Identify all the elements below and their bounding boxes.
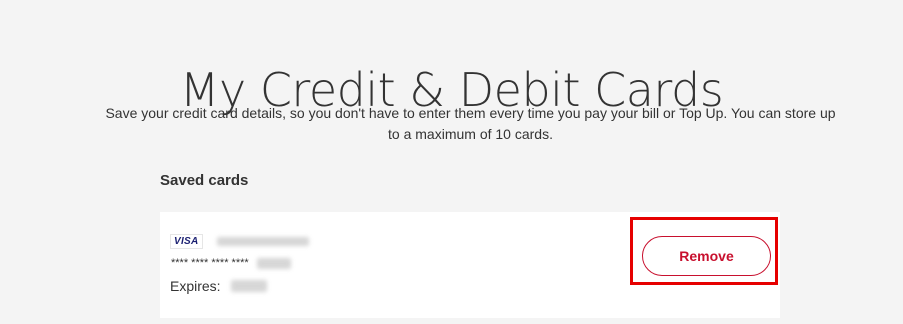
masked-card-number: **** **** **** **** [171,257,249,269]
cardholder-name-redacted [216,236,309,246]
expires-label: Expires: [170,278,221,294]
card-number-row: **** **** **** **** [171,257,291,269]
saved-cards-heading: Saved cards [160,172,249,189]
card-brand-row: VISA [170,233,309,249]
card-expiry-row: Expires: [170,278,267,294]
page-subtitle: Save your credit card details, so you do… [105,105,836,142]
card-last-four-redacted [256,257,291,269]
remove-card-button[interactable]: Remove [642,236,771,276]
visa-logo-icon: VISA [170,233,203,249]
expiry-date-redacted [230,280,267,292]
